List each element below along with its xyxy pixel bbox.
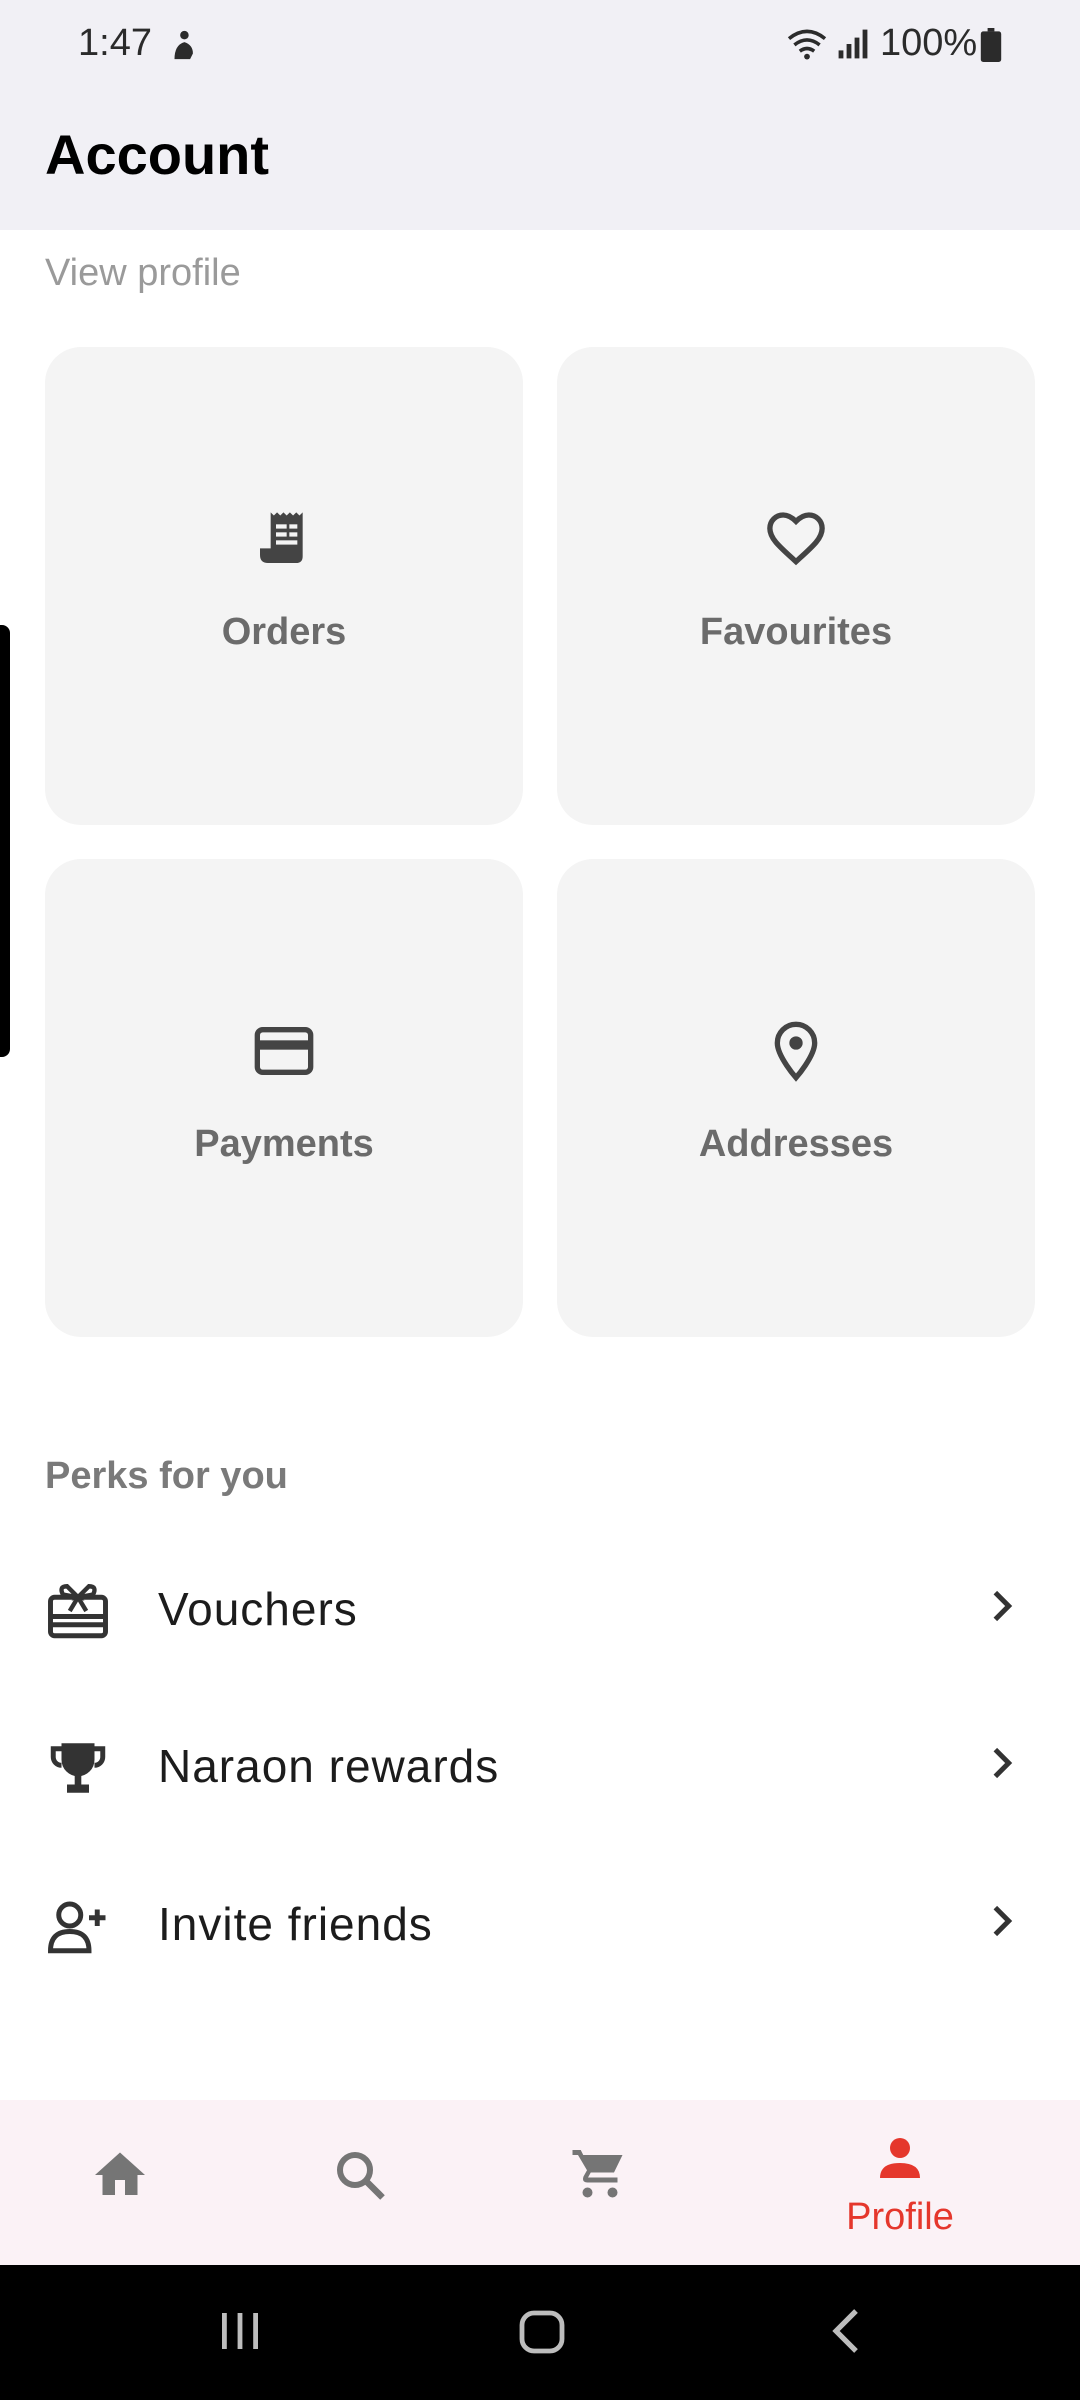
chevron-right-icon (993, 1747, 1013, 1779)
signal-icon (838, 29, 868, 59)
bottom-navigation: Profile (0, 2100, 1080, 2265)
app-bar: Account (0, 92, 1080, 230)
perks-section-title: Perks for you (45, 1455, 288, 1497)
favourites-label: Favourites (699, 611, 893, 653)
home-icon (95, 2152, 145, 2195)
edge-panel-handle[interactable] (0, 625, 10, 1057)
favourites-tile[interactable]: Favourites (557, 347, 1035, 825)
recent-apps-icon[interactable] (218, 2305, 262, 2357)
status-time: 1:47 (78, 22, 152, 64)
vouchers-label: Vouchers (158, 1583, 358, 1635)
receipt-icon (260, 512, 303, 563)
trophy-icon (50, 1743, 106, 1793)
invite-friends-row[interactable]: Invite friends (0, 1851, 1080, 1991)
search-icon (337, 2152, 385, 2200)
add-person-icon (48, 1901, 106, 1954)
location-pin-icon (774, 1021, 818, 1082)
system-navigation-bar (0, 2265, 1080, 2400)
heart-icon (767, 512, 825, 566)
credit-card-icon (254, 1027, 314, 1075)
naraon-rewards-row[interactable]: Naraon rewards (0, 1693, 1080, 1833)
wifi-icon (787, 29, 827, 60)
nav-search[interactable] (240, 2100, 480, 2265)
cast-icon (174, 30, 193, 60)
addresses-tile[interactable]: Addresses (557, 859, 1035, 1337)
battery-icon (980, 28, 1002, 62)
chevron-right-icon (993, 1905, 1013, 1937)
gift-card-icon (48, 1584, 108, 1639)
chevron-right-icon (993, 1590, 1013, 1622)
battery-percentage: 100% (880, 22, 978, 64)
orders-tile[interactable]: Orders (45, 347, 523, 825)
vouchers-row[interactable]: Vouchers (0, 1536, 1080, 1676)
person-icon (880, 2138, 920, 2178)
nav-home[interactable] (0, 2100, 240, 2265)
home-button-icon[interactable] (516, 2305, 568, 2357)
view-profile-link[interactable]: View profile (45, 252, 241, 295)
addresses-label: Addresses (698, 1123, 894, 1165)
status-bar: 1:47 100% (0, 0, 1080, 92)
nav-profile-label: Profile (846, 2196, 954, 2238)
payments-tile[interactable]: Payments (45, 859, 523, 1337)
back-icon[interactable] (826, 2305, 866, 2357)
orders-label: Orders (221, 611, 347, 653)
nav-cart[interactable] (480, 2100, 720, 2265)
nav-profile[interactable]: Profile (780, 2100, 1020, 2265)
page-title: Account (45, 123, 269, 186)
payments-label: Payments (194, 1123, 374, 1165)
naraon-rewards-label: Naraon rewards (158, 1740, 500, 1792)
invite-friends-label: Invite friends (158, 1898, 433, 1950)
cart-icon (572, 2150, 623, 2198)
